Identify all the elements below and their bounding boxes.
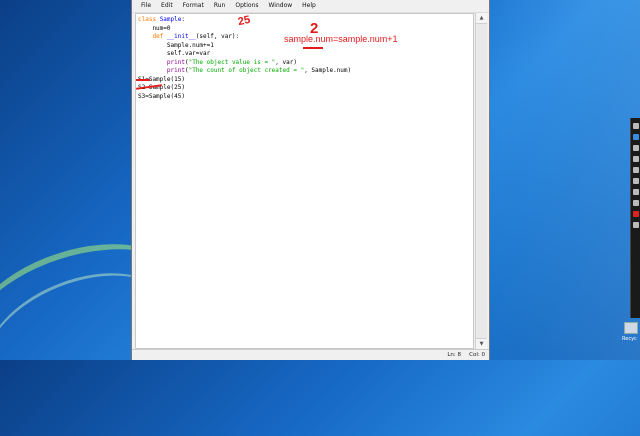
menu-options[interactable]: Options <box>230 0 263 12</box>
code-token: num=0 <box>138 24 171 32</box>
code-token: : <box>181 16 185 23</box>
code-token: __init__ <box>166 33 196 40</box>
code-token: , Sample.num) <box>304 67 352 74</box>
code-token: self.var=var <box>138 50 211 57</box>
status-column-number: Col: 0 <box>469 352 485 358</box>
scroll-down-arrow-icon[interactable]: ▼ <box>476 338 487 349</box>
dock-app-icon[interactable] <box>633 178 639 184</box>
code-line: S1=Sample(15) <box>138 76 471 85</box>
menu-bar: File Edit Format Run Options Window Help <box>132 0 489 13</box>
recycle-bin[interactable]: Recyc <box>618 322 640 342</box>
code-token: def <box>152 33 167 40</box>
code-line: print("The count of object created = ", … <box>138 67 471 76</box>
code-line: num=0 <box>138 25 471 34</box>
code-token: print <box>166 58 185 66</box>
dock-app-icon[interactable] <box>633 156 639 162</box>
code-token: S3=Sample(45) <box>138 92 185 100</box>
dock-app-icon[interactable] <box>633 167 639 173</box>
status-bar: Ln: 8 Col: 0 <box>132 349 489 360</box>
dock-app-icon[interactable] <box>633 134 639 140</box>
dock-app-icon[interactable] <box>633 222 639 228</box>
dock-app-icon[interactable] <box>633 211 639 217</box>
menu-file[interactable]: File <box>136 0 156 12</box>
side-dock <box>630 118 640 318</box>
code-token: print <box>166 67 185 74</box>
code-line: class Sample: <box>138 16 471 25</box>
code-line: print("The object value is = ", var) <box>138 59 471 68</box>
code-token: "The object value is = " <box>188 58 276 66</box>
annotation-mark-s1 <box>136 79 150 81</box>
code-line: self.var=var <box>138 50 471 59</box>
code-token: Sample.num+=1 <box>138 41 214 49</box>
code-line: S2=Sample(25) <box>138 84 471 93</box>
status-line-number: Ln: 8 <box>447 352 461 358</box>
code-text[interactable]: class Sample: num=0 def __init__(self, v… <box>136 14 473 103</box>
idle-editor-window: File Edit Format Run Options Window Help… <box>131 0 490 360</box>
menu-run[interactable]: Run <box>209 0 231 12</box>
scroll-up-arrow-icon[interactable]: ▲ <box>476 13 487 24</box>
vertical-scrollbar[interactable]: ▲ ▼ <box>475 13 487 349</box>
dock-app-icon[interactable] <box>633 123 639 129</box>
code-line: S3=Sample(45) <box>138 93 471 102</box>
code-token: Sample <box>159 16 182 23</box>
desktop-glow <box>490 0 640 360</box>
code-token: "The count of object created = " <box>188 67 305 74</box>
code-line: Sample.num+=1 <box>138 42 471 51</box>
code-token: class <box>138 16 160 23</box>
menu-edit[interactable]: Edit <box>156 0 178 12</box>
code-editor[interactable]: class Sample: num=0 def __init__(self, v… <box>135 13 474 349</box>
code-line: def __init__(self, var): <box>138 33 471 42</box>
menu-format[interactable]: Format <box>178 0 209 12</box>
menu-window[interactable]: Window <box>264 0 298 12</box>
dock-app-icon[interactable] <box>633 145 639 151</box>
recycle-bin-label: Recyc <box>622 336 637 342</box>
code-token: (self, var): <box>195 33 240 40</box>
recycle-bin-icon <box>624 322 638 334</box>
code-token: , var) <box>275 58 297 66</box>
dock-app-icon[interactable] <box>633 200 639 206</box>
dock-app-icon[interactable] <box>633 189 639 195</box>
annotation-underline <box>303 47 323 49</box>
menu-help[interactable]: Help <box>297 0 321 12</box>
